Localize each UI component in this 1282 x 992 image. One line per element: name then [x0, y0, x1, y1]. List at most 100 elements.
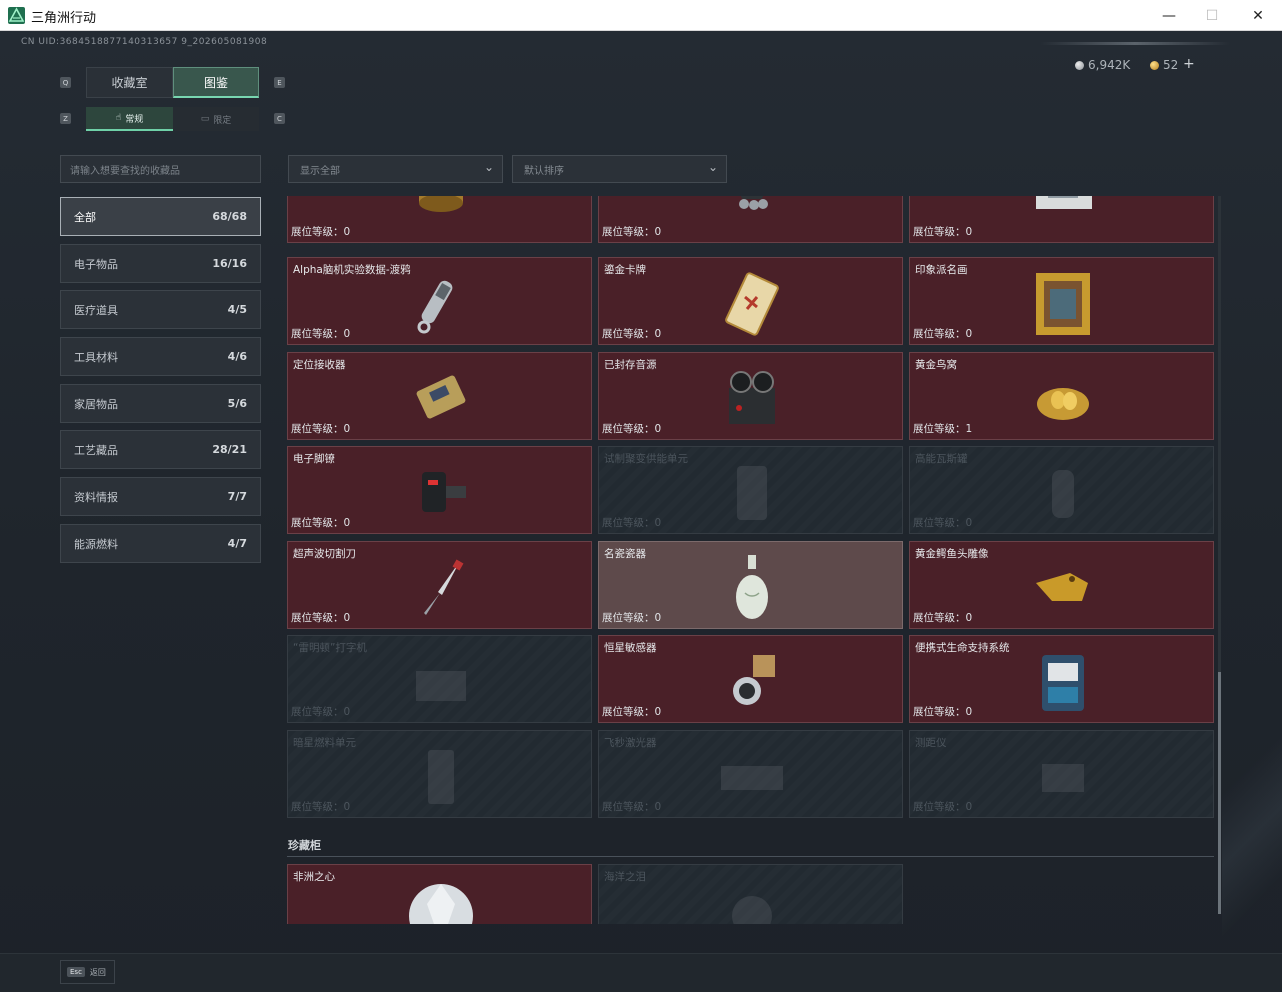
- gold-currency: 52: [1150, 58, 1178, 72]
- level-label: 展位等级：: [602, 517, 655, 529]
- collection-item-card[interactable]: 黄金鸟窝 展位等级：1: [909, 352, 1214, 440]
- collection-item-card[interactable]: 印象派名画 展位等级：0: [909, 257, 1214, 345]
- collection-item-card[interactable]: 展位等级：0: [909, 196, 1214, 243]
- item-level: 展位等级：0: [602, 610, 661, 625]
- collection-item-card[interactable]: 已封存音源 展位等级：0: [598, 352, 903, 440]
- collection-item-card[interactable]: Alpha脑机实验数据-渡鸦 展位等级：0: [287, 257, 592, 345]
- item-level: 展位等级：0: [913, 224, 972, 239]
- search-input[interactable]: 请输入想要查找的收藏品: [60, 155, 261, 183]
- item-level: 展位等级：1: [913, 421, 972, 436]
- level-value: 0: [343, 517, 351, 529]
- collection-item-card[interactable]: 展位等级：0: [287, 196, 592, 243]
- box-icon: ▭: [200, 114, 210, 124]
- level-label: 展位等级：: [291, 612, 344, 624]
- subtab-limited[interactable]: ▭ 限定: [173, 107, 259, 131]
- item-name: 高能瓦斯罐: [915, 453, 968, 465]
- category-crafts[interactable]: 工艺藏品 28/21: [60, 430, 261, 469]
- level-value: 0: [343, 612, 351, 624]
- item-level: 展位等级：0: [913, 610, 972, 625]
- collection-item-card[interactable]: 名瓷瓷器 展位等级：0: [598, 541, 903, 629]
- collection-item-card[interactable]: 展位等级：0: [598, 196, 903, 243]
- category-label: 资料情报: [74, 490, 118, 504]
- collection-item-card[interactable]: 鎏金卡牌 展位等级：0: [598, 257, 903, 345]
- golden-nest-icon: [1025, 361, 1100, 436]
- silver-coin-icon: [1075, 60, 1084, 70]
- item-name: 非洲之心: [293, 871, 335, 883]
- sort-dropdown[interactable]: 默认排序 ⌄: [512, 155, 727, 183]
- tab-collection-room[interactable]: 收藏室: [86, 67, 173, 98]
- collection-item-card[interactable]: 超声波切割刀 展位等级：0: [287, 541, 592, 629]
- gem-icon: [714, 873, 789, 924]
- category-intel[interactable]: 资料情报 7/7: [60, 477, 261, 516]
- back-button[interactable]: Esc 返回: [60, 960, 115, 984]
- level-label: 展位等级：: [602, 226, 655, 238]
- item-level: 展位等级：0: [291, 515, 350, 530]
- category-label: 医疗道具: [74, 303, 118, 317]
- level-value: 0: [654, 517, 662, 529]
- level-label: 展位等级：: [913, 801, 966, 813]
- rangefinder-icon: [1025, 739, 1100, 814]
- item-level: 展位等级：0: [602, 421, 661, 436]
- collection-item-card[interactable]: 飞秒激光器 展位等级：0: [598, 730, 903, 818]
- collection-item-card[interactable]: “雷明顿”打字机 展位等级：0: [287, 635, 592, 723]
- category-count: 4/7: [227, 537, 247, 550]
- close-button[interactable]: ✕: [1235, 0, 1281, 31]
- scrollbar-thumb[interactable]: [1218, 672, 1221, 914]
- category-electronics[interactable]: 电子物品 16/16: [60, 244, 261, 283]
- category-count: 28/21: [212, 443, 247, 456]
- collection-item-card[interactable]: 黄金鳄鱼头雕像 展位等级：0: [909, 541, 1214, 629]
- chevron-down-icon: ⌄: [707, 160, 718, 174]
- item-name: 试制聚变供能单元: [604, 453, 688, 465]
- level-value: 0: [965, 706, 973, 718]
- gas-canister-icon: [1025, 455, 1100, 530]
- item-name: 黄金鳄鱼头雕像: [915, 548, 989, 560]
- item-level: 展位等级：0: [602, 704, 661, 719]
- level-label: 展位等级：: [291, 801, 344, 813]
- map-document-icon: [1025, 196, 1100, 239]
- reel-recorder-icon: [714, 361, 789, 436]
- subtab-regular[interactable]: ☝ 常规: [86, 107, 173, 131]
- item-name: 暗星燃料单元: [293, 737, 356, 749]
- level-value: 0: [654, 706, 662, 718]
- key-hint-next-tab: E: [274, 77, 285, 88]
- collection-item-card[interactable]: 高能瓦斯罐 展位等级：0: [909, 446, 1214, 534]
- level-label: 展位等级：: [291, 517, 344, 529]
- ankle-monitor-icon: [403, 455, 478, 530]
- level-value: 0: [343, 328, 351, 340]
- minimize-button[interactable]: —: [1146, 0, 1192, 31]
- maximize-button[interactable]: ☐: [1189, 0, 1235, 31]
- category-label: 能源燃料: [74, 537, 118, 551]
- window-title: 三角洲行动: [31, 11, 97, 26]
- category-energy[interactable]: 能源燃料 4/7: [60, 524, 261, 563]
- item-name: 定位接收器: [293, 359, 346, 371]
- ultrasonic-knife-icon: [403, 550, 478, 625]
- level-value: 0: [654, 801, 662, 813]
- category-medical[interactable]: 医疗道具 4/5: [60, 290, 261, 329]
- category-tools[interactable]: 工具材料 4/6: [60, 337, 261, 376]
- tab-catalog[interactable]: 图鉴: [173, 67, 259, 98]
- category-household[interactable]: 家居物品 5/6: [60, 384, 261, 423]
- filter-dropdown[interactable]: 显示全部 ⌄: [288, 155, 503, 183]
- item-level: 展位等级：0: [291, 326, 350, 341]
- gold-amount: 52: [1163, 58, 1179, 72]
- collection-item-card[interactable]: 便携式生命支持系统 展位等级：0: [909, 635, 1214, 723]
- add-currency-button[interactable]: +: [1183, 56, 1195, 72]
- collection-item-card[interactable]: 海洋之泪: [598, 864, 903, 924]
- collection-item-card[interactable]: 试制聚变供能单元 展位等级：0: [598, 446, 903, 534]
- collection-item-card[interactable]: 暗星燃料单元 展位等级：0: [287, 730, 592, 818]
- collection-item-card[interactable]: 非洲之心: [287, 864, 592, 924]
- top-divider: [1040, 42, 1230, 45]
- key-hint-prev-tab: Q: [60, 77, 71, 88]
- collection-item-card[interactable]: 电子脚镣 展位等级：0: [287, 446, 592, 534]
- category-count: 7/7: [227, 490, 247, 503]
- level-value: 0: [965, 226, 973, 238]
- app-logo-icon: [8, 7, 25, 24]
- player-uid: CN UID:3684518877140313657 9_20260508190…: [21, 37, 268, 47]
- level-label: 展位等级：: [913, 328, 966, 340]
- gold-canister-icon: [403, 196, 478, 239]
- category-all[interactable]: 全部 68/68: [60, 197, 261, 236]
- collection-item-card[interactable]: 测距仪 展位等级：0: [909, 730, 1214, 818]
- collection-item-card[interactable]: 定位接收器 展位等级：0: [287, 352, 592, 440]
- category-label: 工艺藏品: [74, 443, 118, 457]
- collection-item-card[interactable]: 恒星敏感器 展位等级：0: [598, 635, 903, 723]
